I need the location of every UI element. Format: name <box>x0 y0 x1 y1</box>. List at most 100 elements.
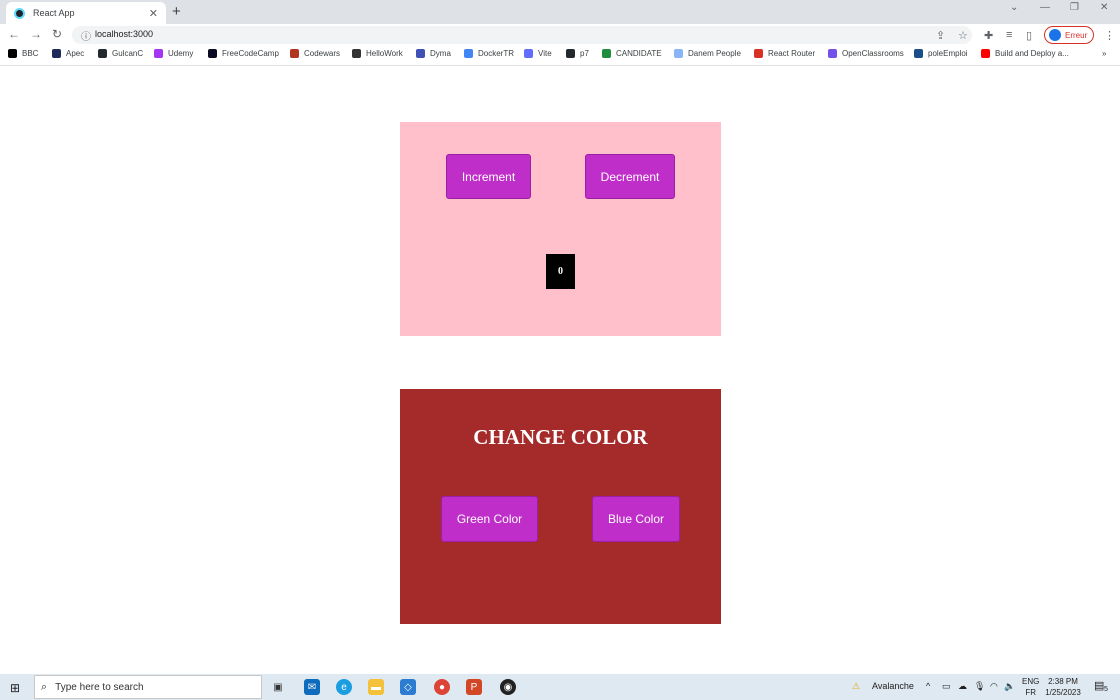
bookmark-label: Vite <box>538 49 552 58</box>
bookmark-label: React Router <box>768 49 816 58</box>
close-window-icon[interactable]: ✕ <box>1100 2 1108 13</box>
forward-icon[interactable]: → <box>30 27 42 41</box>
freecodecamp-icon <box>208 49 217 58</box>
reload-icon[interactable]: ↻ <box>52 27 62 41</box>
avatar <box>1049 29 1061 41</box>
vscode-icon[interactable]: ◇ <box>400 679 416 695</box>
blue-color-button[interactable]: Blue Color <box>592 496 680 542</box>
more-bookmarks-icon[interactable]: » <box>1102 49 1106 58</box>
bookmark-label: GulcanC <box>112 49 144 58</box>
bookmark-label: DockerTR <box>478 49 515 58</box>
bookmark-item[interactable]: Apec <box>52 49 84 58</box>
media-icon[interactable]: ≡ <box>1006 29 1012 41</box>
bookmark-item[interactable]: p7 <box>566 49 589 58</box>
file-explorer-icon[interactable]: ▬ <box>368 679 384 695</box>
url-text: localhost:3000 <box>95 29 154 39</box>
bookmark-label: OpenClassrooms <box>842 49 904 58</box>
bookmark-item[interactable]: Codewars <box>290 49 340 58</box>
google-icon <box>464 49 473 58</box>
bookmark-label: HelloWork <box>366 49 403 58</box>
chrome-icon[interactable]: ● <box>434 679 450 695</box>
keyboard-layout: FR <box>1025 688 1036 697</box>
info-icon[interactable]: ⓘ <box>81 28 91 43</box>
browser-tab[interactable]: React App ✕ <box>6 2 166 24</box>
mail-icon[interactable]: ✉ <box>304 679 320 695</box>
profile-button[interactable]: Erreur <box>1044 26 1094 44</box>
new-tab-button[interactable]: + <box>172 3 181 20</box>
windows-start-icon[interactable]: ⊞ <box>10 681 20 695</box>
bookmark-star-icon[interactable]: ☆ <box>958 29 968 42</box>
edge-icon[interactable]: e <box>336 679 352 695</box>
github-icon <box>566 49 575 58</box>
udemy-icon <box>154 49 163 58</box>
tray-chevron-icon[interactable]: ^ <box>926 681 930 691</box>
network-icon[interactable]: ▭ <box>942 681 951 692</box>
tab-search-icon[interactable]: ⌄ <box>1010 2 1018 13</box>
bookmark-label: FreeCodeCamp <box>222 49 279 58</box>
counter-value: 0 <box>546 254 575 289</box>
hellowork-icon <box>352 49 361 58</box>
taskbar: ⊞ ⌕ Type here to search ▣ ✉ e ▬ ◇ ● P ◉ … <box>0 674 1120 700</box>
task-view-icon[interactable]: ▣ <box>270 679 286 695</box>
bookmark-label: Udemy <box>168 49 194 58</box>
address-bar[interactable]: ⓘ localhost:3000 <box>72 26 972 44</box>
counter-panel: Increment Decrement 0 <box>400 122 721 336</box>
clock-time: 2:38 PM <box>1048 677 1078 686</box>
bookmark-item[interactable]: OpenClassrooms <box>828 49 904 58</box>
bookmark-item[interactable]: Danem People <box>674 49 741 58</box>
openclassrooms-icon <box>828 49 837 58</box>
green-color-button[interactable]: Green Color <box>441 496 538 542</box>
taskbar-search[interactable]: ⌕ Type here to search <box>34 675 262 699</box>
github-desktop-icon[interactable]: ◉ <box>500 679 516 695</box>
vite-icon <box>524 49 533 58</box>
tab-close-icon[interactable]: ✕ <box>149 7 158 20</box>
bookmark-icon <box>8 49 17 58</box>
weather-label[interactable]: Avalanche <box>872 681 914 691</box>
danem-icon <box>674 49 683 58</box>
profile-label: Erreur <box>1065 30 1088 40</box>
bookmark-label: Build and Deploy a... <box>995 49 1069 58</box>
bookmark-label: Apec <box>66 49 85 58</box>
bookmark-item[interactable]: Build and Deploy a... <box>981 49 1069 58</box>
bookmark-item[interactable]: React Router <box>754 49 815 58</box>
react-favicon-icon <box>14 7 25 19</box>
poleemploi-icon <box>914 49 923 58</box>
search-icon: ⌕ <box>41 680 48 693</box>
microphone-icon[interactable]: 🎙 <box>974 681 985 692</box>
extensions-icon[interactable]: ✚ <box>984 29 993 42</box>
warning-icon[interactable]: ⚠ <box>852 681 860 692</box>
minimize-icon[interactable]: — <box>1040 2 1050 13</box>
increment-button[interactable]: Increment <box>446 154 531 199</box>
bookmark-item[interactable]: DockerTR <box>464 49 514 58</box>
tab-title: React App <box>33 8 75 18</box>
bookmark-item[interactable]: Dyma <box>416 49 451 58</box>
bookmark-item[interactable]: poleEmploi <box>914 49 968 58</box>
clock[interactable]: 2:38 PM 1/25/2023 <box>1042 676 1084 698</box>
youtube-icon <box>981 49 990 58</box>
wifi-icon[interactable]: ◠ <box>990 681 998 692</box>
bookmark-item[interactable]: Vite <box>524 49 552 58</box>
bookmark-item[interactable]: BBC <box>8 49 38 58</box>
change-color-panel: CHANGE COLOR Green Color Blue Color <box>400 389 721 624</box>
bookmark-item[interactable]: CANDIDATE <box>602 49 662 58</box>
bookmark-label: BBC <box>22 49 39 58</box>
bookmark-item[interactable]: Udemy <box>154 49 193 58</box>
share-icon[interactable]: ⇪ <box>936 29 945 42</box>
restore-icon[interactable]: ❐ <box>1070 2 1079 13</box>
side-panel-icon[interactable]: ▯ <box>1026 29 1032 42</box>
bookmark-item[interactable]: GulcanC <box>98 49 143 58</box>
language-indicator[interactable]: ENG FR <box>1022 676 1039 698</box>
bookmark-label: Codewars <box>304 49 341 58</box>
volume-icon[interactable]: 🔈 <box>1004 681 1015 692</box>
back-icon[interactable]: ← <box>8 27 20 41</box>
cloud-icon[interactable]: ☁ <box>958 681 967 692</box>
bookmark-item[interactable]: FreeCodeCamp <box>208 49 279 58</box>
browser-toolbar: ← → ↻ ⓘ localhost:3000 ⇪ ☆ ✚ ≡ ▯ Erreur … <box>0 24 1120 46</box>
bookmark-item[interactable]: HelloWork <box>352 49 403 58</box>
decrement-button[interactable]: Decrement <box>585 154 675 199</box>
menu-icon[interactable]: ⋮ <box>1104 29 1115 42</box>
notifications-icon[interactable]: ▤ <box>1094 679 1104 692</box>
codewars-icon <box>290 49 299 58</box>
powerpoint-icon[interactable]: P <box>466 679 482 695</box>
panel-title: CHANGE COLOR <box>473 425 648 449</box>
